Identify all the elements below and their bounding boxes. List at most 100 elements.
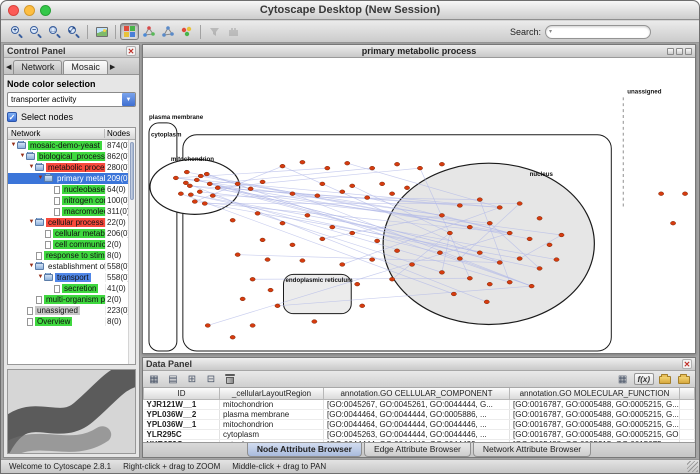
network-node[interactable] [188,193,193,197]
network-node[interactable] [370,166,375,170]
tree-row[interactable]: ▼biological_process862(0) [8,151,135,162]
column-header[interactable]: _cellularLayoutRegion [220,388,324,399]
network-node[interactable] [300,259,305,263]
tree-row[interactable]: ▼mosaic-demo-yeast874(0) [8,140,135,151]
network-node[interactable] [457,204,462,208]
resize-grip[interactable] [687,461,698,472]
network-node[interactable] [330,225,335,229]
attribute-matrix-icon[interactable]: ▦ [615,372,631,386]
color-attribute-dropdown[interactable]: transporter activity ▼ [7,92,136,107]
trash-icon[interactable] [222,372,238,386]
network-node[interactable] [537,216,542,220]
tab-scroll-left-icon[interactable]: ◀ [5,63,12,74]
expander-icon[interactable]: ▼ [28,263,35,270]
network-node[interactable] [477,251,482,255]
tab-network-attribute-browser[interactable]: Network Attribute Browser [473,443,591,457]
zoom-out-icon[interactable]: − [26,23,45,40]
network-node[interactable] [320,182,325,186]
create-attribute-icon[interactable]: ⊞ [184,372,200,386]
network-window-titlebar[interactable]: primary metabolic process [143,45,695,58]
table-row[interactable]: YPL036W__2plasma membrane[GO:0044464, GO… [144,409,695,419]
tree-row[interactable]: ▼transport558(0) [8,272,135,283]
network-node[interactable] [305,213,310,217]
network-node[interactable] [315,194,320,198]
vizmapper-icon[interactable] [177,23,196,40]
create-network-icon[interactable] [139,23,158,40]
network-node[interactable] [390,277,395,281]
table-row[interactable]: YJR121W__1mitochondrion[GO:0045267, GO:0… [144,399,695,409]
tree-row[interactable]: ▼metabolic process280(0) [8,162,135,173]
search-input[interactable] [545,25,651,39]
network-node[interactable] [198,174,203,178]
tree-scrollbar[interactable] [128,140,135,364]
tree-row[interactable]: unassigned223(0) [8,305,135,316]
expander-icon[interactable]: ▼ [37,175,44,182]
network-node[interactable] [194,178,199,182]
network-node[interactable] [290,243,295,247]
network-node[interactable] [260,238,265,242]
network-node[interactable] [345,161,350,165]
tree-row[interactable]: nucleobase...64(0) [8,184,135,195]
network-node[interactable] [559,233,564,237]
tree-row[interactable]: Overview8(0) [8,316,135,327]
network-node[interactable] [417,166,422,170]
network-node[interactable] [248,187,253,191]
column-header[interactable] [680,388,695,399]
network-node[interactable] [437,251,442,255]
tree-row[interactable]: cell communica...2(0) [8,239,135,250]
network-node[interactable] [350,231,355,235]
network-node[interactable] [487,221,492,225]
network-node[interactable] [215,186,220,190]
network-node[interactable] [280,164,285,168]
zoom-fit-icon[interactable]: ⤢ [64,23,83,40]
network-node[interactable] [187,184,192,188]
network-node[interactable] [394,249,399,253]
tree-row[interactable]: multi-organism pro...2(0) [8,294,135,305]
zoom-in-icon[interactable]: + [7,23,26,40]
mosaic-icon[interactable] [120,23,139,40]
network-node[interactable] [507,280,512,284]
network-node[interactable] [235,253,240,257]
expander-icon[interactable]: ▼ [10,142,17,149]
network-overview-thumbnail[interactable] [7,369,136,454]
network-node[interactable] [173,176,178,180]
network-node[interactable] [320,237,325,241]
table-row[interactable]: YLR295Ccytoplasm[GO:0045263, GO:0044444,… [144,429,695,439]
network-node[interactable] [260,180,265,184]
network-node[interactable] [268,288,273,292]
import-attributes-icon[interactable] [657,372,673,386]
tree-row[interactable]: ▼establishment of lo...558(0) [8,261,135,272]
network-node[interactable] [467,276,472,280]
network-node[interactable] [312,320,317,324]
network-node[interactable] [404,186,409,190]
expander-icon[interactable]: ▼ [37,274,44,281]
network-node[interactable] [355,282,360,286]
network-node[interactable] [439,162,444,166]
network-node[interactable] [457,257,462,261]
export-attributes-icon[interactable] [676,372,692,386]
expander-icon[interactable]: ▼ [28,219,35,226]
network-node[interactable] [497,261,502,265]
network-node[interactable] [255,211,260,215]
network-node[interactable] [375,239,380,243]
network-node[interactable] [439,270,444,274]
show-graphics-details-icon[interactable] [92,23,111,40]
unselect-attributes-icon[interactable]: ▤ [165,372,181,386]
tab-mosaic[interactable]: Mosaic [63,60,108,74]
expander-icon[interactable]: ▼ [19,153,26,160]
network-node[interactable] [517,202,522,206]
tree-row[interactable]: macromolecule...311(0) [8,206,135,217]
network-node[interactable] [370,258,375,262]
network-node[interactable] [394,162,399,166]
column-header-nodes[interactable]: Nodes [105,129,135,138]
network-node[interactable] [205,324,210,328]
data-panel-close-icon[interactable]: ✕ [682,359,692,369]
network-node[interactable] [178,192,183,196]
network-node[interactable] [250,324,255,328]
network-node[interactable] [380,182,385,186]
zoom-selected-icon[interactable]: □ [45,23,64,40]
tree-row[interactable]: nitrogen compo...100(0) [8,195,135,206]
network-node[interactable] [300,160,305,164]
select-attributes-icon[interactable]: ▦ [146,372,162,386]
column-header[interactable]: annotation.GO MOLECULAR_FUNCTION [510,388,680,399]
